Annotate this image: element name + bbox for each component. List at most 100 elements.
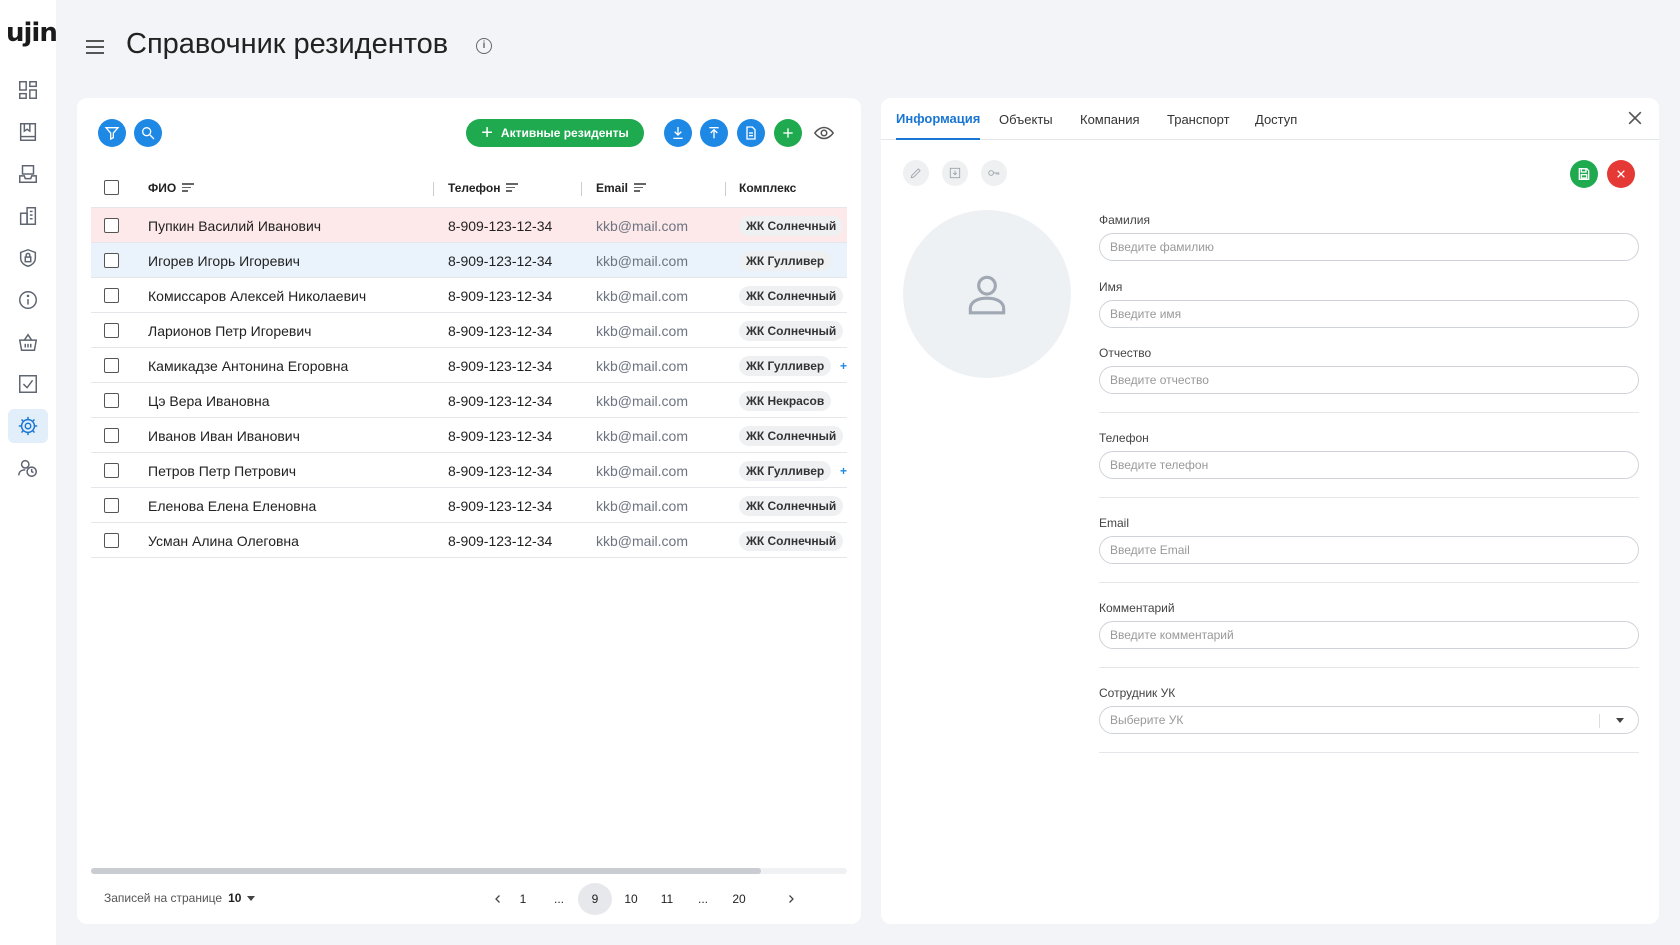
page-button[interactable]: 20 [722, 883, 756, 915]
sidebar-item-buildings[interactable] [8, 199, 48, 233]
sidebar-item-settings[interactable] [8, 409, 48, 443]
sidebar-item-inbox[interactable] [8, 157, 48, 191]
tab-objects[interactable]: Объекты [999, 98, 1053, 140]
table-row[interactable]: Усман Алина Олеговна 8-909-123-12-34 kkb@m… [91, 523, 847, 558]
column-header-name[interactable]: ФИО [148, 181, 195, 195]
row-checkbox[interactable] [104, 288, 119, 303]
close-icon[interactable] [1625, 108, 1645, 128]
email-label: Email [1099, 516, 1130, 530]
edit-button[interactable] [903, 160, 929, 186]
last-name-input[interactable]: Введите фамилию [1099, 233, 1639, 261]
phone-input[interactable]: Введите телефон [1099, 451, 1639, 479]
row-checkbox[interactable] [104, 253, 119, 268]
middle-name-input[interactable]: Введите отчество [1099, 366, 1639, 394]
column-header-email[interactable]: Email [596, 181, 647, 195]
page-button[interactable]: 9 [578, 883, 612, 915]
save-button[interactable] [1570, 160, 1598, 188]
sidebar-item-bookmarks[interactable] [8, 115, 48, 149]
table-row[interactable]: Иванов Иван Иванович 8-909-123-12-34 kkb@m… [91, 418, 847, 453]
tab-transport[interactable]: Транспорт [1167, 98, 1230, 140]
avatar-placeholder[interactable] [903, 210, 1071, 378]
comment-input[interactable]: Введите комментарий [1099, 621, 1639, 649]
user-icon [968, 275, 1006, 315]
resident-name: Петров Петр Петрович [148, 462, 297, 479]
table-row[interactable]: Петров Петр Петрович 8-909-123-12-34 kkb@m… [91, 453, 847, 488]
table-row[interactable]: Цэ Вера Ивановна 8-909-123-12-34 kkb@mail.… [91, 383, 847, 418]
key-button[interactable] [981, 160, 1007, 186]
sidebar-item-user-time[interactable] [8, 451, 48, 485]
horizontal-scrollbar[interactable] [91, 868, 847, 874]
resident-email: kkb@mail.com [596, 462, 689, 479]
app-logo: ujin [6, 18, 58, 48]
row-checkbox[interactable] [104, 323, 119, 338]
resident-phone: 8-909-123-12-34 [448, 322, 553, 339]
tab-info[interactable]: Информация [896, 98, 981, 140]
employee-select[interactable]: Выберите УК [1099, 706, 1639, 734]
upload-button[interactable] [700, 119, 728, 147]
table-row[interactable]: Еленова Елена Еленовна 8-909-123-12-34 kkb… [91, 488, 847, 523]
filter-icon [104, 127, 120, 141]
next-page-button[interactable] [774, 883, 808, 915]
resident-name: Пупкин Василий Иванович [148, 217, 322, 234]
table-row[interactable]: Камикадзе Антонина Егоровна 8-909-123-12-… [91, 348, 847, 383]
first-name-input[interactable]: Введите имя [1099, 300, 1639, 328]
row-checkbox[interactable] [104, 533, 119, 548]
sidebar-item-tasks[interactable] [8, 367, 48, 401]
download-button[interactable] [664, 119, 692, 147]
sidebar-item-info[interactable] [8, 283, 48, 317]
search-icon [142, 126, 155, 140]
resident-phone: 8-909-123-12-34 [448, 532, 553, 549]
sidebar-item-basket[interactable] [8, 325, 48, 359]
document-button[interactable] [737, 119, 765, 147]
more-complexes-indicator[interactable]: + [840, 348, 847, 383]
row-checkbox[interactable] [104, 498, 119, 513]
phone-label: Телефон [1099, 431, 1149, 445]
tab-company[interactable]: Компания [1080, 98, 1140, 140]
column-header-complex[interactable]: Комплекс [739, 181, 796, 195]
row-checkbox[interactable] [104, 218, 119, 233]
sidebar-item-dashboard[interactable] [8, 73, 48, 107]
row-checkbox[interactable] [104, 463, 119, 478]
cancel-button[interactable] [1607, 160, 1635, 188]
user-clock-icon [18, 459, 37, 477]
resident-email: kkb@mail.com [596, 392, 689, 409]
row-checkbox[interactable] [104, 358, 119, 373]
resident-phone: 8-909-123-12-34 [448, 252, 553, 269]
filter-button[interactable] [98, 119, 126, 147]
row-checkbox[interactable] [104, 393, 119, 408]
complex-badge: ЖК Гулливер [739, 250, 832, 271]
add-resident-button[interactable] [774, 119, 802, 147]
row-checkbox[interactable] [104, 428, 119, 443]
table-row[interactable]: Ларионов Петр Игоревич 8-909-123-12-34 kkb… [91, 313, 847, 348]
row-checkbox-cell [104, 523, 119, 558]
info-circle-icon [19, 291, 37, 309]
resident-email: kkb@mail.com [596, 287, 689, 304]
complex-cell: ЖК Гулливер [739, 348, 832, 383]
resident-phone: 8-909-123-12-34 [448, 287, 553, 304]
page-button[interactable]: 10 [614, 883, 648, 915]
more-complexes-indicator[interactable]: + [840, 453, 847, 488]
sidebar-item-security[interactable] [8, 241, 48, 275]
menu-toggle-button[interactable] [86, 36, 110, 58]
row-checkbox-cell [104, 348, 119, 383]
table-row[interactable]: Игорев Игорь Игоревич 8-909-123-12-34 kkb@… [91, 243, 847, 278]
section-divider [1099, 752, 1639, 753]
eye-icon[interactable] [813, 122, 835, 144]
table-row[interactable]: Комиссаров Алексей Николаевич 8-909-123-1… [91, 278, 847, 313]
page-button[interactable]: 1 [506, 883, 540, 915]
row-checkbox-cell [104, 313, 119, 348]
scrollbar-thumb[interactable] [91, 868, 761, 874]
select-all-checkbox[interactable] [104, 180, 119, 195]
complex-cell: ЖК Солнечный [739, 488, 844, 523]
table-row[interactable]: Пупкин Василий Иванович 8-909-123-12-34 kk… [91, 208, 847, 243]
tab-access[interactable]: Доступ [1255, 98, 1297, 140]
resident-name: Усман Алина Олеговна [148, 532, 299, 549]
chevron-down-icon[interactable] [1616, 718, 1624, 723]
column-header-phone[interactable]: Телефон [448, 181, 519, 195]
archive-button[interactable] [942, 160, 968, 186]
page-button[interactable]: 11 [650, 883, 684, 915]
email-input[interactable]: Введите Email [1099, 536, 1639, 564]
title-info-icon[interactable]: i [476, 38, 492, 54]
search-button[interactable] [134, 119, 162, 147]
active-residents-button[interactable]: + Активные резиденты [466, 119, 644, 147]
